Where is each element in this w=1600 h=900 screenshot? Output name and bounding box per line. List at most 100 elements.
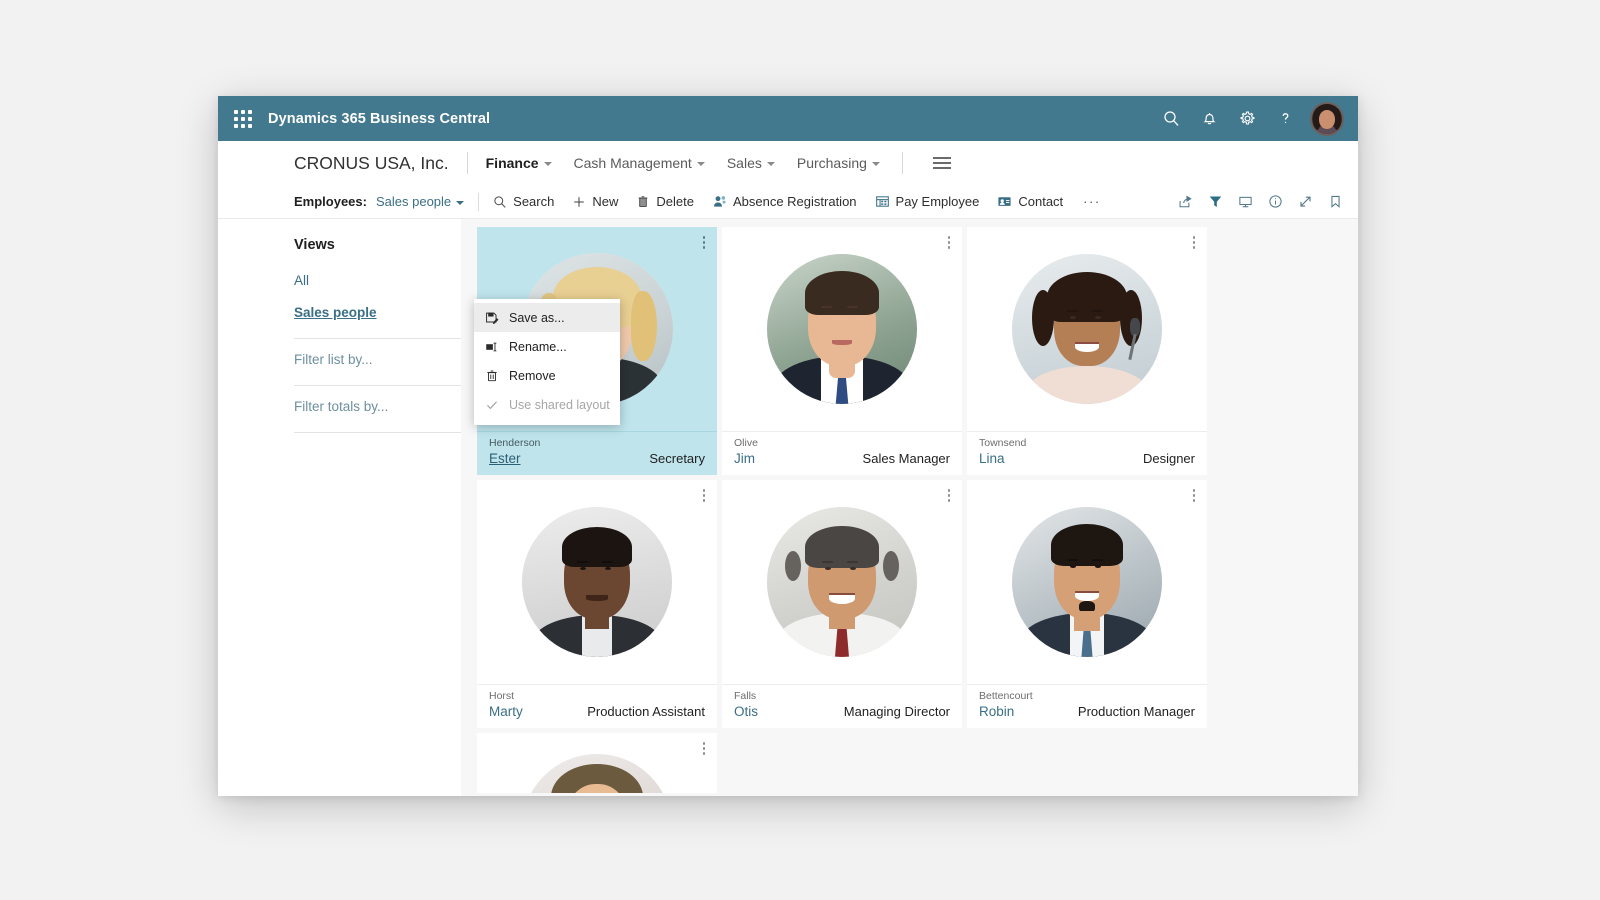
card-more-icon[interactable] bbox=[947, 236, 950, 249]
app-header-bar: Dynamics 365 Business Central bbox=[218, 96, 1358, 141]
card-more-icon[interactable] bbox=[1192, 489, 1195, 502]
employee-first-name-link[interactable]: Robin bbox=[979, 704, 1014, 719]
toolbar-divider bbox=[478, 192, 480, 211]
employee-last-name: Bettencourt bbox=[979, 690, 1033, 702]
employee-photo bbox=[477, 480, 717, 684]
contact-button-label: Contact bbox=[1018, 194, 1064, 209]
employee-first-name-link[interactable]: Otis bbox=[734, 704, 758, 719]
nav-item-sales[interactable]: Sales bbox=[727, 155, 775, 171]
save-as-icon bbox=[484, 310, 499, 325]
rename-icon bbox=[484, 339, 499, 354]
nav-item-purchasing[interactable]: Purchasing bbox=[797, 155, 880, 171]
avatar-circle bbox=[767, 254, 917, 404]
card-more-icon[interactable] bbox=[702, 489, 705, 502]
share-icon[interactable] bbox=[1176, 193, 1194, 211]
view-item-all[interactable]: All bbox=[294, 273, 484, 288]
avatar-circle bbox=[1012, 254, 1162, 404]
search-icon bbox=[494, 195, 506, 208]
absence-registration-button[interactable]: Absence Registration bbox=[712, 194, 857, 209]
company-nav-row: CRONUS USA, Inc. Finance Cash Management… bbox=[218, 141, 1358, 185]
context-menu-item-rename[interactable]: Rename... bbox=[474, 332, 620, 361]
view-selector-label: Sales people bbox=[375, 194, 452, 209]
help-question-icon[interactable] bbox=[1266, 96, 1304, 141]
employee-job-title: Production Manager bbox=[1077, 704, 1195, 719]
avatar-circle bbox=[522, 754, 672, 793]
pay-employee-button[interactable]: Pay Employee bbox=[875, 194, 980, 209]
new-button-label: New bbox=[592, 194, 619, 209]
expand-arrows-icon[interactable] bbox=[1296, 193, 1314, 211]
nav-item-label: Sales bbox=[726, 155, 762, 171]
employee-last-name: Horst bbox=[489, 690, 515, 702]
filter-funnel-icon[interactable] bbox=[1206, 193, 1224, 211]
context-menu-item-use-shared-layout[interactable]: Use shared layout bbox=[474, 390, 620, 419]
contact-button[interactable]: Contact bbox=[997, 194, 1063, 209]
action-toolbar: Employees: Sales people Search New Delet… bbox=[218, 185, 1358, 219]
employee-card-otis-falls[interactable]: Falls Otis Managing Director bbox=[722, 480, 962, 728]
employee-info: Falls Otis Managing Director bbox=[722, 684, 962, 728]
card-more-icon[interactable] bbox=[947, 489, 950, 502]
context-menu-item-save-as[interactable]: Save as... bbox=[474, 303, 620, 332]
card-more-icon[interactable] bbox=[702, 236, 705, 249]
nav-item-cash-management[interactable]: Cash Management bbox=[574, 155, 705, 171]
employee-job-title: Designer bbox=[1142, 451, 1195, 466]
view-selector[interactable]: Sales people bbox=[375, 194, 465, 209]
delete-button[interactable]: Delete bbox=[636, 194, 694, 209]
search-icon[interactable] bbox=[1152, 96, 1190, 141]
notification-bell-icon[interactable] bbox=[1190, 96, 1228, 141]
plus-icon bbox=[574, 196, 585, 207]
contact-card-icon bbox=[998, 197, 1011, 206]
info-circle-icon[interactable] bbox=[1266, 193, 1284, 211]
hamburger-more-icon[interactable] bbox=[932, 157, 951, 169]
new-button[interactable]: New bbox=[572, 194, 618, 209]
user-avatar[interactable] bbox=[1310, 101, 1344, 136]
employee-first-name-link[interactable]: Marty bbox=[489, 704, 523, 719]
toolbar-overflow-button[interactable]: ··· bbox=[1083, 194, 1101, 209]
context-menu-item-remove[interactable]: Remove bbox=[474, 361, 620, 390]
pay-employee-icon bbox=[875, 196, 889, 207]
views-divider-1 bbox=[294, 338, 479, 339]
employee-job-title: Secretary bbox=[649, 451, 705, 466]
nav-item-finance[interactable]: Finance bbox=[486, 155, 552, 171]
employee-last-name: Falls bbox=[734, 690, 757, 702]
chevron-down-icon bbox=[696, 162, 705, 166]
pay-employee-label: Pay Employee bbox=[895, 194, 980, 209]
employee-info: Bettencourt Robin Production Manager bbox=[967, 684, 1207, 728]
chevron-down-icon bbox=[871, 162, 880, 166]
card-more-icon[interactable] bbox=[702, 742, 705, 755]
context-menu-label: Use shared layout bbox=[509, 397, 610, 412]
employee-photo bbox=[722, 480, 962, 684]
app-title: Dynamics 365 Business Central bbox=[268, 110, 491, 127]
filter-totals-by[interactable]: Filter totals by... bbox=[294, 399, 484, 414]
employee-first-name-link[interactable]: Lina bbox=[979, 451, 1005, 466]
employee-first-name-link[interactable]: Jim bbox=[734, 451, 755, 466]
screen-background: Dynamics 365 Business Central CRONUS USA… bbox=[0, 0, 1600, 900]
employee-first-name-link[interactable]: Ester bbox=[489, 451, 521, 466]
nav-item-label: Purchasing bbox=[796, 155, 867, 171]
context-menu-label: Rename... bbox=[509, 339, 567, 354]
views-title: Views bbox=[294, 237, 335, 253]
employee-card-lina-townsend[interactable]: Townsend Lina Designer bbox=[967, 227, 1207, 475]
employee-last-name: Olive bbox=[734, 437, 758, 449]
employee-card-robin-bettencourt[interactable]: Bettencourt Robin Production Manager bbox=[967, 480, 1207, 728]
card-more-icon[interactable] bbox=[1192, 236, 1195, 249]
nav-divider-2 bbox=[901, 152, 903, 174]
filter-list-by[interactable]: Filter list by... bbox=[294, 352, 484, 367]
chevron-down-icon bbox=[543, 162, 552, 166]
employee-job-title: Managing Director bbox=[843, 704, 950, 719]
app-launcher-waffle-icon[interactable] bbox=[234, 109, 252, 128]
absence-registration-label: Absence Registration bbox=[732, 194, 857, 209]
company-name: CRONUS USA, Inc. bbox=[294, 152, 449, 173]
search-button[interactable]: Search bbox=[493, 194, 554, 209]
bookmark-icon[interactable] bbox=[1326, 193, 1344, 211]
nav-divider bbox=[466, 152, 468, 174]
employee-card-partial[interactable] bbox=[477, 733, 717, 793]
employee-card-jim-olive[interactable]: Olive Jim Sales Manager bbox=[722, 227, 962, 475]
content-area: Views All Sales people Filter list by...… bbox=[218, 219, 1358, 796]
view-item-sales-people[interactable]: Sales people bbox=[294, 305, 484, 320]
avatar-circle bbox=[522, 507, 672, 657]
open-in-excel-icon[interactable] bbox=[1236, 193, 1254, 211]
employee-card-marty-horst[interactable]: Horst Marty Production Assistant bbox=[477, 480, 717, 728]
context-menu-label: Remove bbox=[509, 368, 556, 383]
checkmark-icon bbox=[484, 397, 499, 412]
settings-gear-icon[interactable] bbox=[1228, 96, 1266, 141]
